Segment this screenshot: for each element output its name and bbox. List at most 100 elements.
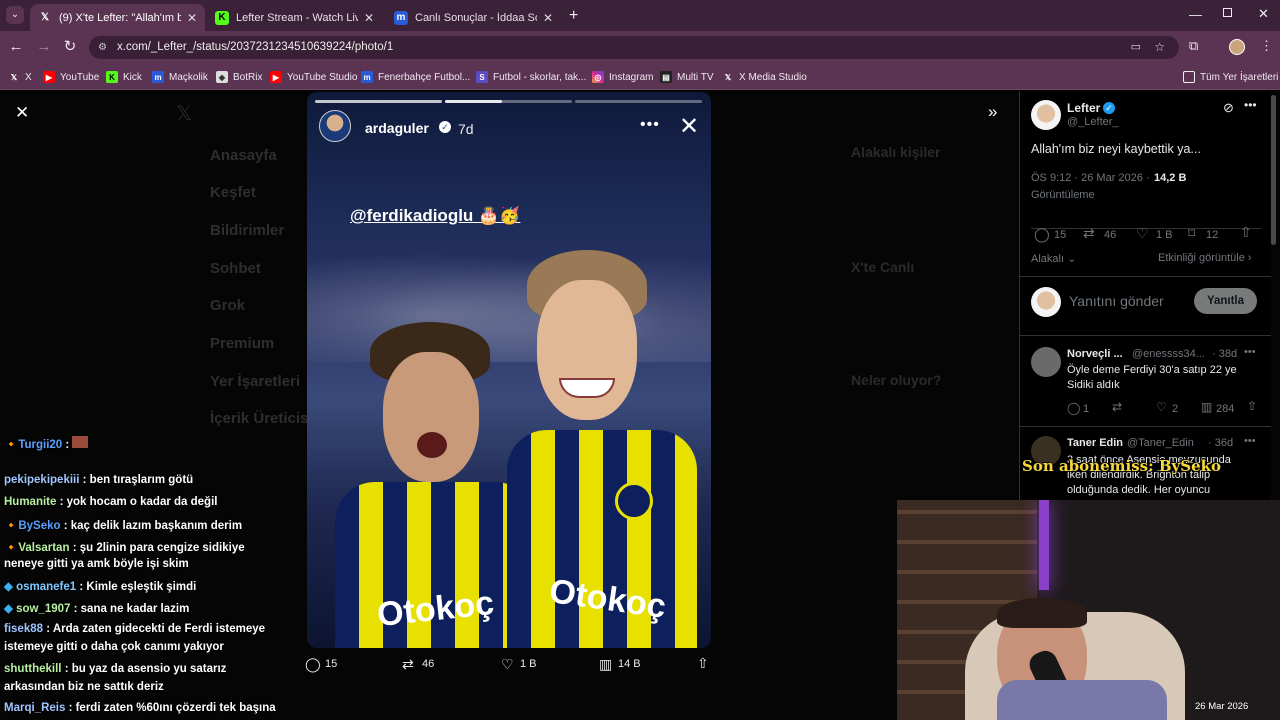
story-username[interactable]: ardaguler: [365, 120, 429, 136]
browser-menu-icon[interactable]: ⋮: [1260, 38, 1273, 54]
bookmark-x[interactable]: 𝕏X: [8, 69, 32, 85]
subscriber-banner: Son abonemiss: BySeko: [1022, 457, 1222, 475]
reply-text: Öyle deme Ferdiyi 30'a satıp 22 ye: [1067, 364, 1237, 376]
bookmark-mackolik[interactable]: m Maçkolik: [152, 69, 208, 85]
reply-input[interactable]: Yanıtını gönder: [1069, 293, 1164, 309]
chat-user: fisek88: [4, 623, 44, 635]
url-text: x.com/_Lefter_/status/203723123451063922…: [117, 41, 394, 53]
address-bar[interactable]: ⚙ x.com/_Lefter_/status/2037231234510639…: [89, 36, 1179, 59]
bookmark-label: Tüm Yer İşaretleri: [1200, 71, 1279, 83]
more-icon[interactable]: •••: [1244, 98, 1257, 112]
avatar[interactable]: [1031, 347, 1061, 377]
share-icon[interactable]: ⇧: [1240, 224, 1252, 241]
reply-button[interactable]: Yanıtla: [1194, 288, 1257, 314]
reply-author-name[interactable]: Taner Edin: [1067, 437, 1123, 449]
forward-icon[interactable]: →: [35, 38, 53, 56]
nav-home: Anasayfa: [210, 147, 277, 164]
close-tab-icon[interactable]: ✕: [364, 11, 374, 25]
reply-icon[interactable]: ◯: [1067, 401, 1080, 415]
like-count: 1 B: [520, 658, 537, 670]
like-icon[interactable]: ♡: [501, 656, 514, 673]
reply-icon[interactable]: ◯: [1034, 226, 1050, 243]
story-mention[interactable]: @ferdikadioglu 🎂🥳: [350, 206, 520, 226]
bookmark-icon[interactable]: ⌑: [1188, 225, 1195, 242]
more-icon[interactable]: •••: [1244, 346, 1256, 358]
minimize-icon[interactable]: —: [1189, 7, 1202, 22]
bookmark-multitv[interactable]: ▤ Multi TV: [660, 69, 714, 85]
bookmark-botrix[interactable]: ◆ BotRix: [216, 69, 262, 85]
mackolik-logo-icon: m: [152, 71, 164, 83]
tweet-author-handle[interactable]: @_Lefter_: [1067, 116, 1119, 128]
tweet-text: Allah'ım biz neyi kaybettik ya...: [1031, 142, 1201, 156]
repost-icon[interactable]: ⇄: [1112, 400, 1122, 414]
reply-divider: [1020, 426, 1271, 427]
close-viewer-icon[interactable]: ✕: [15, 103, 29, 123]
profile-avatar[interactable]: [1229, 39, 1245, 55]
tweet-author-name[interactable]: Lefter: [1067, 101, 1100, 115]
nav-premium: Premium: [210, 335, 275, 352]
grok-icon[interactable]: ⊘: [1223, 100, 1234, 116]
bookmark-fenerbahce[interactable]: m Fenerbahçe Futbol...: [361, 69, 470, 85]
emojis: 🎂🥳: [478, 206, 521, 225]
bookmark-x-media-studio[interactable]: 𝕏 X Media Studio: [722, 69, 807, 85]
bookmark-instagram[interactable]: ◎ Instagram: [592, 69, 653, 85]
reply-icon[interactable]: ◯: [305, 656, 321, 673]
maximize-icon[interactable]: [1223, 8, 1232, 17]
chat-user: Humanite: [4, 496, 57, 508]
bookmark-kick[interactable]: K Kick: [106, 69, 142, 85]
tweet-time[interactable]: ÖS 9:12 · 26 Mar 2026 ·: [1031, 172, 1150, 184]
story-stats: ◯ 15 ⇄ 46 ♡ 1 B ▥ 14 B ⇧: [305, 655, 715, 674]
avatar[interactable]: [319, 110, 351, 142]
close-tab-icon[interactable]: ✕: [187, 11, 197, 25]
expand-panel-icon[interactable]: »: [988, 102, 997, 122]
tab-search-icon[interactable]: ⌄: [6, 6, 24, 24]
new-tab-icon[interactable]: +: [569, 7, 578, 25]
cast-icon[interactable]: ▭: [1131, 36, 1141, 59]
bookmark-star-icon[interactable]: ☆: [1154, 36, 1165, 59]
more-icon[interactable]: •••: [1244, 435, 1256, 447]
reply-author-handle[interactable]: @enessss34...: [1132, 348, 1205, 360]
bookmark-youtube[interactable]: ▶ YouTube: [43, 69, 99, 85]
reply-author-name[interactable]: Norveçli ...: [1067, 348, 1123, 360]
chat-user: BySeko: [18, 520, 61, 532]
tab-canli-sonuclar[interactable]: m Canlı Sonuçlar - İddaa Sonuçlar ✕: [386, 4, 561, 31]
reply-author-handle[interactable]: @Taner_Edin: [1127, 437, 1194, 449]
like-icon[interactable]: ♡: [1136, 225, 1149, 242]
story-image[interactable]: ardaguler ✓ 7d ••• ✕ @ferdikadioglu 🎂🥳 O…: [307, 92, 711, 648]
bookmark-label: X Media Studio: [739, 71, 807, 83]
reload-icon[interactable]: ↻: [61, 38, 79, 56]
reply-text: Sidiki aldık: [1067, 379, 1120, 391]
panel-scrollbar[interactable]: [1271, 95, 1276, 245]
nav-bookmarks: Yer İşaretleri: [210, 373, 301, 390]
close-tab-icon[interactable]: ✕: [543, 11, 553, 25]
tab-x-lefter[interactable]: 𝕏 (9) X'te Lefter: "Allah'ım biz neyi ✕: [30, 4, 205, 31]
bookmark-futbol[interactable]: S Futbol - skorlar, tak...: [476, 69, 586, 85]
verified-icon: ✓: [439, 121, 451, 133]
views-icon[interactable]: ▥: [1201, 400, 1212, 414]
extensions-icon[interactable]: ⧉: [1189, 38, 1198, 54]
story-progress-bar: [445, 100, 572, 103]
chat-text: neneye gitti ya amk böyle işi skim: [4, 558, 189, 570]
back-icon[interactable]: ←: [7, 38, 25, 56]
share-icon[interactable]: ⇧: [697, 655, 709, 672]
bookmark-youtube-studio[interactable]: ▶ YouTube Studio: [270, 69, 357, 85]
repost-icon[interactable]: ⇄: [402, 656, 414, 673]
view-engagement-link[interactable]: Etkinliği görüntüle ›: [1158, 252, 1252, 264]
site-info-icon[interactable]: ⚙: [98, 36, 107, 59]
reply-time: · 36d: [1208, 437, 1234, 449]
close-window-icon[interactable]: ✕: [1258, 6, 1269, 22]
story-close-icon[interactable]: ✕: [679, 112, 699, 141]
tab-kick-stream[interactable]: K Lefter Stream - Watch Live on K ✕: [207, 4, 382, 31]
avatar[interactable]: [1031, 100, 1061, 130]
views-icon[interactable]: ▥: [599, 656, 612, 673]
bookmark-label: YouTube: [60, 71, 100, 83]
like-icon[interactable]: ♡: [1156, 400, 1167, 414]
share-icon[interactable]: ⇧: [1247, 399, 1257, 413]
repost-icon[interactable]: ⇄: [1083, 225, 1095, 242]
story-more-icon[interactable]: •••: [640, 116, 660, 134]
emote-icon: [72, 436, 89, 448]
reply-count: 1: [1083, 403, 1090, 415]
all-bookmarks[interactable]: Tüm Yer İşaretleri: [1183, 69, 1278, 85]
botrix-icon: ◆: [216, 71, 228, 83]
relevance-dropdown[interactable]: Alakalı ⌄: [1031, 252, 1076, 265]
